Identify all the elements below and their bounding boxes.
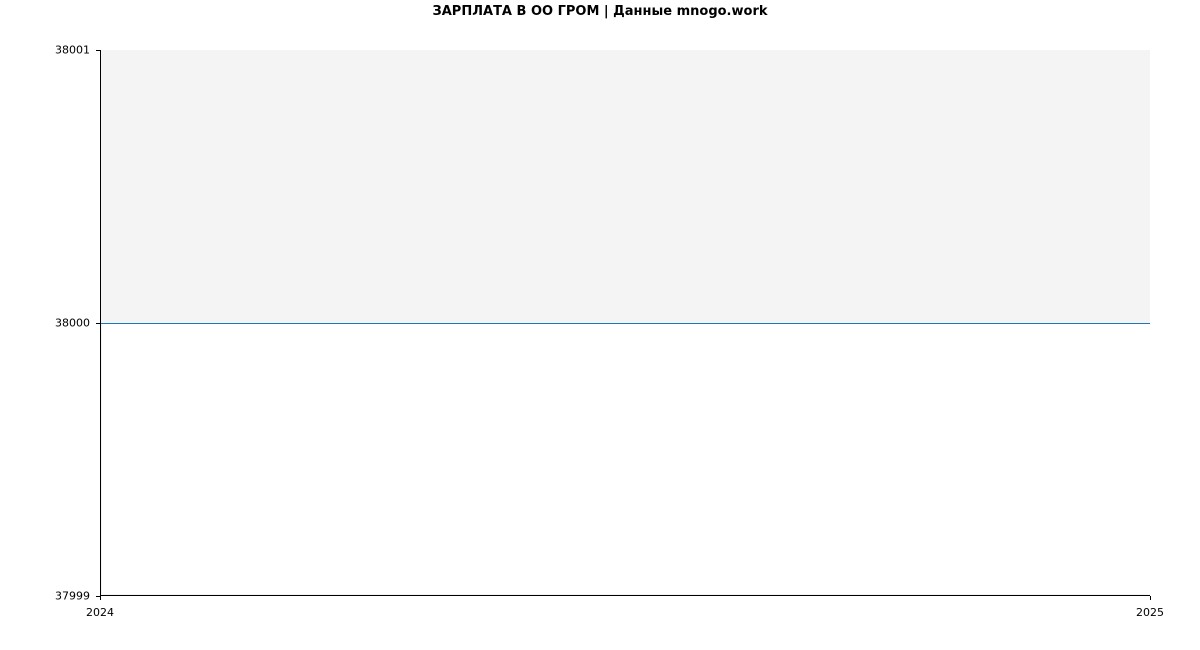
chart-container: ЗАРПЛАТА В ОО ГРОМ | Данные mnogo.work 3… — [0, 0, 1200, 650]
y-tick-label: 37999 — [0, 590, 90, 603]
x-tick-label: 2025 — [1136, 606, 1164, 619]
y-tick-label: 38000 — [0, 317, 90, 330]
x-tick-mark — [100, 596, 101, 600]
x-tick-mark — [1150, 596, 1151, 600]
series-line — [101, 323, 1150, 324]
plot-background-lower — [102, 324, 1150, 595]
x-tick-label: 2024 — [86, 606, 114, 619]
y-tick-label: 38001 — [0, 44, 90, 57]
plot-area — [100, 50, 1150, 596]
chart-title: ЗАРПЛАТА В ОО ГРОМ | Данные mnogo.work — [0, 4, 1200, 19]
